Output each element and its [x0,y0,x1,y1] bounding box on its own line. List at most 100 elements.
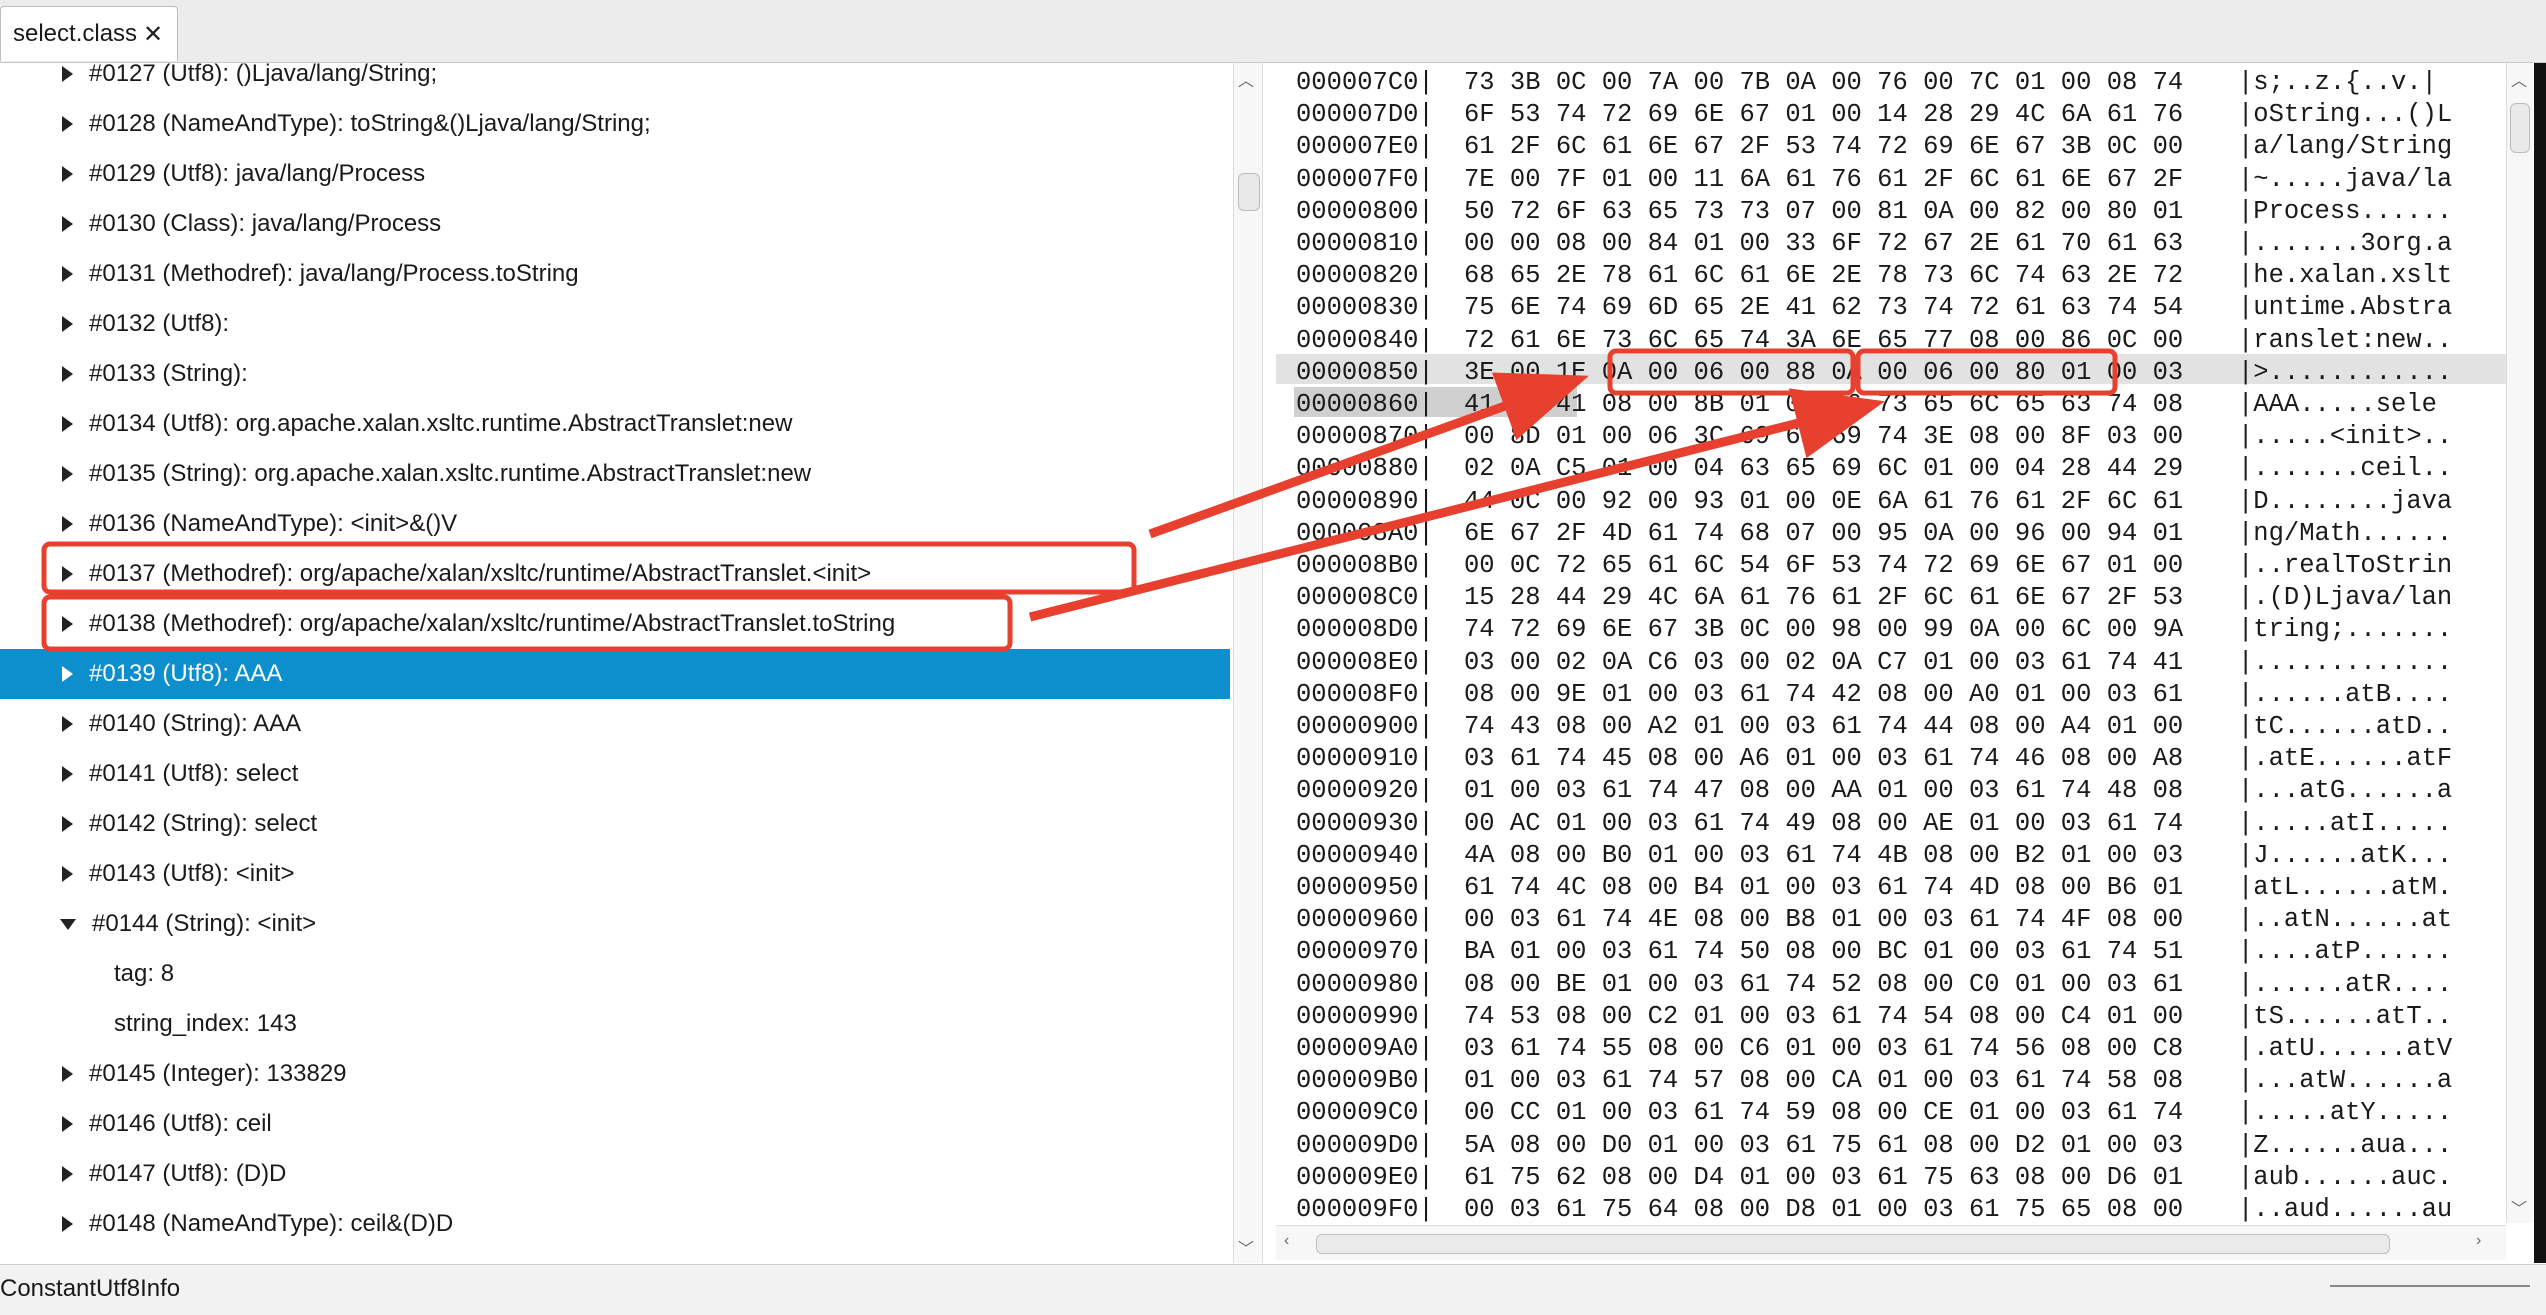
collapsed-arrow-icon[interactable] [62,466,73,482]
hex-bytes: 02 0A C5 01 00 04 63 65 69 6C 01 00 04 2… [1464,454,2184,484]
tree-row[interactable]: #0132 (Utf8): [0,299,1230,349]
hex-row: 00000920| 01 00 03 61 74 47 08 00 AA 01 0… [1276,775,2508,807]
hex-ascii: |tC......atD.. [2238,712,2453,741]
hex-ascii: |.......3org.a [2238,229,2453,258]
tree-row[interactable]: #0144 (String): <init> [0,899,1230,949]
tree-row-label: #0148 (NameAndType): ceil&(D)D [89,1210,454,1237]
tree-row[interactable]: #0135 (String): org.apache.xalan.xsltc.r… [0,449,1230,499]
hex-bytes: 03 00 02 0A C6 03 00 02 0A C7 01 00 03 6… [1464,647,2184,677]
collapsed-arrow-icon[interactable] [62,266,73,282]
hex-offset: 00000920| [1296,776,1434,806]
tree-row-label: #0136 (NameAndType): <init>&()V [89,510,458,537]
hex-bytes: 73 3B 0C 00 7A 00 7B 0A 00 76 00 7C 01 0… [1464,68,2184,97]
constant-pool-tree: #0127 (Utf8): ()Ljava/lang/String; #0128 … [0,63,1230,1263]
tree-row-label: #0128 (NameAndType): toString&()Ljava/la… [89,110,651,137]
hex-offset: 000008D0| [1296,615,1434,645]
hex-offset: 000009A0| [1296,1034,1434,1063]
collapsed-arrow-icon[interactable] [62,416,73,432]
collapsed-arrow-icon[interactable] [62,1066,73,1082]
hex-bytes: 01 00 03 61 74 47 08 00 AA 01 00 03 61 7… [1464,776,2184,806]
collapsed-arrow-icon[interactable] [62,166,73,182]
scroll-up-icon[interactable]: ︿ [1238,67,1254,91]
collapsed-arrow-icon[interactable] [62,316,73,332]
hex-row: 00000840| 72 61 6E 73 6C 65 74 3A 6E 65 7… [1276,325,2508,357]
hex-bytes: BA 01 00 03 61 74 50 08 00 BC 01 00 03 6… [1464,937,2184,967]
collapsed-arrow-icon[interactable] [62,716,73,732]
hex-ascii: |D........java [2238,486,2453,516]
tree-row-label: #0129 (Utf8): java/lang/Process [89,160,426,187]
tree-row-label: #0134 (Utf8): org.apache.xalan.xsltc.run… [89,410,793,437]
hex-offset: 000008B0| [1296,551,1434,580]
hex-bytes: 00 03 61 74 4E 08 00 B8 01 00 03 61 74 4… [1464,905,2184,935]
collapsed-arrow-icon[interactable] [62,666,73,682]
collapsed-arrow-icon[interactable] [62,1116,73,1132]
collapsed-arrow-icon[interactable] [62,866,73,882]
hex-bytes: 00 03 61 75 64 08 00 D8 01 00 03 61 75 6… [1464,1195,2184,1223]
tree-row[interactable]: #0146 (Utf8): ceil [0,1099,1230,1149]
tree-row[interactable]: #0148 (NameAndType): ceil&(D)D [0,1199,1230,1249]
tree-vertical-scrollbar[interactable]: ︿ ﹀ [1233,63,1263,1263]
hex-row: 000007F0| 7E 00 7F 01 00 11 6A 61 76 61 2… [1276,164,2508,196]
collapsed-arrow-icon[interactable] [62,116,73,132]
collapsed-arrow-icon[interactable] [62,216,73,232]
tree-scroll-thumb[interactable] [1238,173,1260,211]
tree-row[interactable]: #0129 (Utf8): java/lang/Process [0,149,1230,199]
collapsed-arrow-icon[interactable] [62,566,73,582]
hex-bytes: 74 53 08 00 C2 01 00 03 61 74 54 08 00 C… [1464,1001,2184,1031]
collapsed-arrow-icon[interactable] [62,66,73,82]
tree-row[interactable]: #0137 (Methodref): org/apache/xalan/xslt… [0,549,1230,599]
hex-horizontal-scrollbar[interactable]: ‹ › [1276,1225,2506,1260]
tree-row[interactable]: #0143 (Utf8): <init> [0,849,1230,899]
tree-row[interactable]: #0131 (Methodref): java/lang/Process.toS… [0,249,1230,299]
tree-row[interactable]: #0139 (Utf8): AAA [0,649,1230,699]
collapsed-arrow-icon[interactable] [62,766,73,782]
hex-offset: 00000890| [1296,486,1434,516]
tab-select-class[interactable]: select.class ✕ [0,6,178,61]
collapsed-arrow-icon[interactable] [62,516,73,532]
hex-bytes: 74 72 69 6E 67 3B 0C 00 98 00 99 0A 00 6… [1464,615,2184,645]
tree-row[interactable]: #0130 (Class): java/lang/Process [0,199,1230,249]
tree-row[interactable]: #0134 (Utf8): org.apache.xalan.xsltc.run… [0,399,1230,449]
tree-row[interactable]: #0141 (Utf8): select [0,749,1230,799]
tree-row[interactable]: #0127 (Utf8): ()Ljava/lang/String; [0,63,1230,99]
hex-vertical-scrollbar[interactable]: ︿ ﹀ [2506,63,2533,1223]
tree-row[interactable]: #0138 (Methodref): org/apache/xalan/xslt… [0,599,1230,649]
hex-bytes: 03 61 74 55 08 00 C6 01 00 03 61 74 56 0… [1464,1034,2184,1063]
scroll-down-icon[interactable]: ﹀ [2511,1195,2527,1219]
hex-offset: 00000960| [1296,905,1434,935]
hex-ascii: |oString...()L [2238,100,2453,130]
hex-hscroll-thumb[interactable] [1316,1234,2390,1254]
hex-bytes: 08 00 BE 01 00 03 61 74 52 08 00 C0 01 0… [1464,969,2184,999]
tree-row[interactable]: #0136 (NameAndType): <init>&()V [0,499,1230,549]
hex-row: 00000880| 02 0A C5 01 00 04 63 65 69 6C 0… [1276,453,2508,485]
tree-child-property[interactable]: tag: 8 [114,949,174,999]
hex-bytes: 00 00 08 00 84 01 00 33 6F 72 67 2E 61 7… [1464,229,2184,258]
collapsed-arrow-icon[interactable] [62,616,73,632]
hex-ascii: |AAA.....sele [2238,390,2437,419]
scroll-down-icon[interactable]: ﹀ [1238,1235,1254,1259]
tree-row[interactable]: #0145 (Integer): 133829 [0,1049,1230,1099]
tree-row[interactable]: #0128 (NameAndType): toString&()Ljava/la… [0,99,1230,149]
hex-bytes: 44 0C 00 92 00 93 01 00 0E 6A 61 76 61 2… [1464,486,2184,516]
hex-scroll-thumb[interactable] [2510,103,2530,153]
collapsed-arrow-icon[interactable] [62,1216,73,1232]
scroll-left-icon[interactable]: ‹ [1284,1232,1289,1250]
hex-ascii: |............. [2238,647,2453,677]
scroll-up-icon[interactable]: ︿ [2511,67,2527,91]
tree-row[interactable]: #0140 (String): AAA [0,699,1230,749]
scroll-right-icon[interactable]: › [2476,1232,2481,1250]
hex-ascii: |......atR.... [2238,969,2453,999]
close-icon[interactable]: ✕ [143,20,163,49]
hex-ascii: |..aud......au [2238,1195,2453,1223]
hex-bytes: 61 75 62 08 00 D4 01 00 03 61 75 63 08 0… [1464,1162,2184,1192]
tree-row[interactable]: #0133 (String): [0,349,1230,399]
collapsed-arrow-icon[interactable] [62,366,73,382]
hex-bytes: 7E 00 7F 01 00 11 6A 61 76 61 2F 6C 61 6… [1464,164,2184,194]
tree-row[interactable]: #0147 (Utf8): (D)D [0,1149,1230,1199]
collapsed-arrow-icon[interactable] [62,816,73,832]
tree-child-property[interactable]: string_index: 143 [114,999,297,1049]
hex-bytes: 08 00 9E 01 00 03 61 74 42 08 00 A0 01 0… [1464,679,2184,709]
tree-row[interactable]: #0142 (String): select [0,799,1230,849]
collapsed-arrow-icon[interactable] [62,1166,73,1182]
expanded-arrow-icon[interactable] [60,918,76,930]
